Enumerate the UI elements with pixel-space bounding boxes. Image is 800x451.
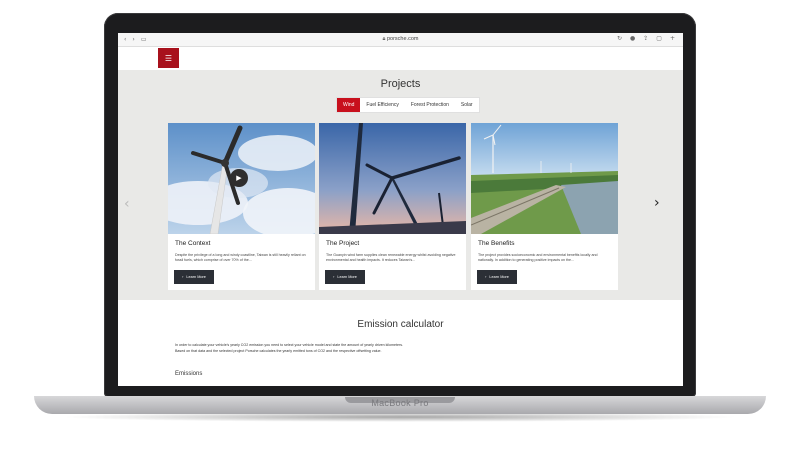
card-text: The project provides socioeconomic and e… [478, 253, 598, 262]
card-image-coastal-wind-farm [471, 123, 618, 234]
learn-more-label: Learn More [186, 275, 206, 279]
tab-wind[interactable]: Wind [337, 98, 361, 112]
project-card-context: ▶ The Context Despite the privilege of a… [168, 123, 315, 290]
lock-icon: 🔒︎ [382, 36, 386, 42]
add-tab-icon[interactable]: + [670, 35, 675, 42]
tab-solar[interactable]: Solar [455, 98, 479, 112]
project-card-project: The Project The Guanyin wind farm suppli… [319, 123, 466, 290]
hamburger-menu-icon: ☰ [164, 53, 173, 63]
tab-forest-protection[interactable]: Forest Protection [405, 98, 455, 112]
emission-calculator-section: Emission calculator In order to calculat… [118, 300, 683, 386]
card-text: The Guanyin wind farm supplies clean ren… [326, 253, 456, 262]
learn-more-button[interactable]: › Learn More [325, 270, 365, 284]
carousel-prev-icon[interactable]: ‹ [124, 196, 130, 212]
site-header: ☰ [118, 47, 683, 70]
share-icon[interactable]: ⇪ [643, 35, 648, 42]
projects-title: Projects [380, 78, 421, 90]
device-label: MacBook Pro [371, 398, 429, 408]
projects-section: Projects Wind Fuel Efficiency Forest Pro… [118, 70, 683, 300]
emission-description: In order to calculate your vehicle's yea… [175, 343, 404, 353]
learn-more-label: Learn More [489, 275, 509, 279]
learn-more-label: Learn More [337, 275, 357, 279]
menu-button[interactable]: ☰ [158, 48, 179, 68]
url-text: porsche.com [386, 36, 419, 42]
screen: ‹ › ▭ 🔒︎ porsche.com ↻ ● ⇪ ▢ + ☰ Project… [118, 33, 683, 386]
chevron-right-icon: › [182, 275, 184, 279]
card-title: The Benefits [478, 240, 515, 247]
emission-title: Emission calculator [357, 319, 444, 330]
card-image-wind-turbines-dusk [319, 123, 466, 234]
project-card-benefits: The Benefits The project provides socioe… [471, 123, 618, 290]
turbine-dusk-image [319, 123, 466, 234]
browser-toolbar: ‹ › ▭ 🔒︎ porsche.com ↻ ● ⇪ ▢ + [118, 33, 683, 47]
project-tabs: Wind Fuel Efficiency Forest Protection S… [337, 98, 479, 112]
download-icon[interactable]: ● [630, 35, 635, 42]
card-text: Despite the privilege of a long and wind… [175, 253, 306, 262]
device-scene: MacBook Pro ‹ › ▭ 🔒︎ porsche.com ↻ ● ⇪ ▢… [0, 0, 800, 451]
card-title: The Project [326, 240, 360, 247]
carousel-next-icon[interactable]: › [654, 195, 660, 211]
play-icon: ▶ [236, 175, 242, 182]
coast-wind-farm-image [471, 123, 618, 234]
learn-more-button[interactable]: › Learn More [477, 270, 517, 284]
card-title: The Context [175, 240, 211, 247]
chevron-right-icon: › [485, 275, 487, 279]
url-bar[interactable]: 🔒︎ porsche.com [118, 36, 683, 43]
emissions-subtitle: Emissions [175, 371, 203, 377]
learn-more-button[interactable]: › Learn More [174, 270, 214, 284]
tabs-icon[interactable]: ▢ [656, 35, 662, 42]
chevron-right-icon: › [333, 275, 335, 279]
tab-fuel-efficiency[interactable]: Fuel Efficiency [360, 98, 404, 112]
play-video-button[interactable]: ▶ [230, 169, 248, 187]
reload-icon[interactable]: ↻ [617, 35, 622, 42]
